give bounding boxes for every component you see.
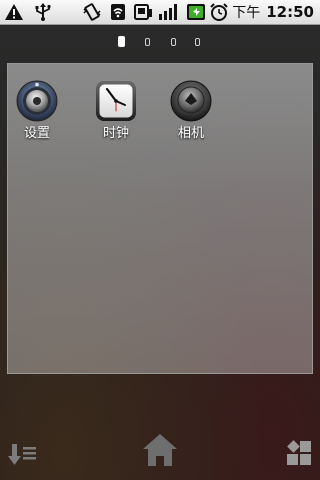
signal-icon: [159, 4, 177, 20]
page-dot-1[interactable]: [118, 36, 125, 47]
status-bar[interactable]: 下午 12:50: [0, 0, 320, 25]
camera-icon: [170, 80, 212, 122]
sim-icon: [134, 4, 152, 20]
home-icon[interactable]: [141, 432, 179, 468]
app-label-settings: 设置: [23, 126, 50, 141]
status-clock: 下午 12:50: [232, 3, 314, 22]
page-dot-2[interactable]: [145, 38, 150, 46]
sort-icon[interactable]: [8, 442, 38, 468]
warning-icon: [5, 4, 23, 20]
clock-icon: [96, 81, 136, 121]
time-value: 12:50: [266, 3, 314, 21]
battery-icon: [187, 4, 205, 20]
app-label-camera: 相机: [177, 126, 204, 141]
app-settings[interactable]: 设置: [7, 78, 67, 142]
app-clock[interactable]: 时钟: [86, 78, 146, 142]
app-drawer-icon[interactable]: [285, 440, 313, 468]
page-dot-4[interactable]: [195, 38, 200, 46]
usb-icon: [35, 3, 51, 21]
vibrate-icon: [83, 3, 101, 21]
page-dot-3[interactable]: [171, 38, 176, 46]
folder-panel: 设置 时钟 相机: [7, 63, 313, 374]
time-period: 下午: [232, 5, 261, 21]
alarm-icon: [210, 3, 228, 21]
page-indicator: [0, 36, 320, 50]
app-label-clock: 时钟: [102, 126, 129, 141]
wifi-icon: [111, 4, 125, 20]
settings-icon: [16, 80, 58, 122]
app-camera[interactable]: 相机: [161, 78, 221, 142]
